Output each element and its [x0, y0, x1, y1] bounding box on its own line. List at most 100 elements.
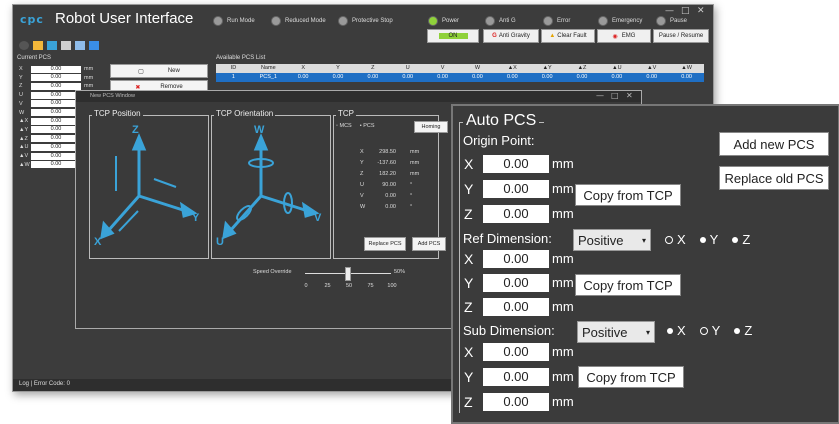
- clear-fault-button[interactable]: ▲ Clear Fault: [541, 29, 595, 43]
- table-row[interactable]: 1 PCS_1 0.00 0.00 0.00 0.00 0.00 0.00 0.00 0.00 0.…: [216, 73, 704, 82]
- ref-value-field[interactable]: 0.00: [483, 298, 549, 316]
- speed-tick-label: 75: [367, 283, 374, 289]
- column-header: Z: [371, 65, 375, 71]
- axis-icon[interactable]: [75, 41, 85, 50]
- axis-label: Z: [464, 299, 473, 315]
- unit-label: mm: [410, 171, 420, 177]
- tcp-value-row: Z 182.20 mm: [360, 171, 419, 177]
- status-bar-text: Log | Error Code: 0: [19, 381, 70, 387]
- origin-value-field[interactable]: 0.00: [483, 180, 549, 198]
- pcs-value-field[interactable]: 0.00: [31, 117, 81, 125]
- axis-label: U: [19, 92, 23, 99]
- axis-label: Y: [464, 181, 474, 197]
- chevron-down-icon: ▾: [641, 235, 646, 245]
- pause-resume-label: Pause / Resume: [658, 33, 704, 39]
- sub-dimension-select[interactable]: Positive ▾: [577, 321, 655, 343]
- emergency-led-icon: [598, 16, 608, 26]
- axis-label: V: [19, 100, 23, 107]
- pcs-value-field[interactable]: 0.00: [31, 91, 81, 99]
- ref-copy-from-tcp-button[interactable]: Copy from TCP: [575, 274, 681, 296]
- sub-value-field[interactable]: 0.00: [483, 393, 549, 411]
- sub-axis-radio-z[interactable]: Z: [734, 323, 752, 338]
- tcp-mode-pcs-radio[interactable]: • PCS: [360, 123, 375, 129]
- power-on-button[interactable]: ON: [427, 29, 479, 43]
- column-header: X: [301, 65, 305, 71]
- ref-dimension-select[interactable]: Positive ▾: [573, 229, 651, 251]
- new-pcs-button[interactable]: ▢ New: [110, 64, 208, 78]
- unit-label: mm: [552, 181, 574, 196]
- ref-value-field[interactable]: 0.00: [483, 250, 549, 268]
- tcp-mode-pcs-label: PCS: [363, 123, 375, 129]
- axis-label: X: [464, 156, 474, 172]
- replace-old-pcs-button[interactable]: Replace old PCS: [719, 166, 829, 190]
- pcs-value-field[interactable]: 0.00: [31, 143, 81, 151]
- sub-copy-from-tcp-button[interactable]: Copy from TCP: [578, 366, 684, 388]
- pcs-value-field[interactable]: 0.00: [31, 100, 81, 108]
- pause-resume-button[interactable]: Pause / Resume: [653, 29, 709, 43]
- tcp-orientation-title: TCP Orientation: [214, 109, 276, 118]
- pcs-value-field[interactable]: 0.00: [31, 161, 81, 169]
- unit-label: mm: [410, 149, 420, 155]
- tcp-position-x-label: X: [94, 236, 102, 248]
- folder-icon[interactable]: [33, 41, 43, 50]
- sub-axis-radio-x[interactable]: X: [667, 323, 686, 338]
- table-cell: 0.00: [611, 74, 623, 80]
- pcs-value-field[interactable]: 0.00: [31, 74, 81, 82]
- tcp-orientation-w-label: W: [254, 124, 265, 136]
- monitor-icon[interactable]: [61, 41, 71, 50]
- new-pcs-label: New: [167, 68, 180, 74]
- new-file-icon: ▢: [138, 68, 144, 75]
- axis-label: Y: [464, 369, 474, 385]
- subwindow-close-icon[interactable]: ✕: [626, 91, 633, 100]
- chart-icon[interactable]: [47, 41, 57, 50]
- column-header: W: [474, 65, 481, 71]
- pcs-value-field[interactable]: 0.00: [31, 109, 81, 116]
- maximize-icon[interactable]: □: [681, 6, 690, 16]
- anti-g-indicator: Anti G: [485, 15, 516, 27]
- table-cell: 0.00: [332, 74, 344, 80]
- column-header: ▲X: [507, 65, 517, 71]
- ref-value-field[interactable]: 0.00: [483, 274, 549, 292]
- tcp-value-row: V 0.00 °: [360, 193, 412, 199]
- ref-axis-radio-y[interactable]: Y: [699, 232, 718, 247]
- origin-value-field[interactable]: 0.00: [483, 155, 549, 173]
- close-icon[interactable]: ✕: [697, 6, 705, 16]
- ref-axis-radio-x[interactable]: X: [665, 232, 686, 247]
- reduced-mode-button[interactable]: Reduced Mode: [271, 15, 326, 27]
- pcs-value-field[interactable]: 0.00: [31, 82, 81, 90]
- origin-copy-from-tcp-button[interactable]: Copy from TCP: [575, 184, 681, 206]
- sub-axis-radio-y[interactable]: Y: [699, 323, 720, 338]
- run-mode-button[interactable]: Run Mode: [213, 15, 255, 27]
- emg-button[interactable]: ◉ EMG: [597, 29, 651, 43]
- add-new-pcs-button[interactable]: Add new PCS: [719, 132, 829, 156]
- sub-value-field[interactable]: 0.00: [483, 368, 549, 386]
- tcp-mode-mcs-radio[interactable]: ◦ MCS: [336, 123, 352, 129]
- table-cell: 0.00: [541, 74, 553, 80]
- ref-axis-radio-z[interactable]: Z: [732, 232, 750, 247]
- document-icon[interactable]: [89, 41, 99, 50]
- axis-label: W: [19, 109, 25, 116]
- anti-gravity-button[interactable]: G Anti Gravity: [483, 29, 539, 43]
- unit-label: °: [410, 193, 413, 199]
- table-cell: 0.00: [402, 74, 414, 80]
- homing-button[interactable]: Homing: [414, 121, 448, 133]
- sub-value-field[interactable]: 0.00: [483, 343, 549, 361]
- axis-label: X: [464, 344, 474, 360]
- ref-dimension-label: Ref Dimension:: [463, 231, 552, 246]
- speed-tick-label: 50: [345, 283, 353, 289]
- pcs-value-field[interactable]: 0.00: [31, 126, 81, 134]
- protective-stop-button[interactable]: Protective Stop: [338, 15, 393, 27]
- robot-icon[interactable]: [19, 41, 29, 50]
- pcs-value-field[interactable]: 0.00: [31, 65, 81, 73]
- pcs-value-field[interactable]: 0.00: [31, 135, 81, 143]
- unit-label: mm: [552, 394, 574, 409]
- subwindow-minimize-icon[interactable]: —: [596, 91, 604, 100]
- anti-g-label: Anti G: [499, 18, 516, 24]
- subwindow-maximize-icon[interactable]: □: [611, 91, 619, 100]
- add-pcs-button[interactable]: Add PCS: [412, 237, 446, 251]
- minimize-icon[interactable]: —: [665, 6, 674, 16]
- pcs-value-field[interactable]: 0.00: [31, 152, 81, 160]
- replace-pcs-button[interactable]: Replace PCS: [364, 237, 406, 251]
- origin-value-field[interactable]: 0.00: [483, 205, 549, 223]
- speed-slider-thumb[interactable]: [345, 267, 351, 281]
